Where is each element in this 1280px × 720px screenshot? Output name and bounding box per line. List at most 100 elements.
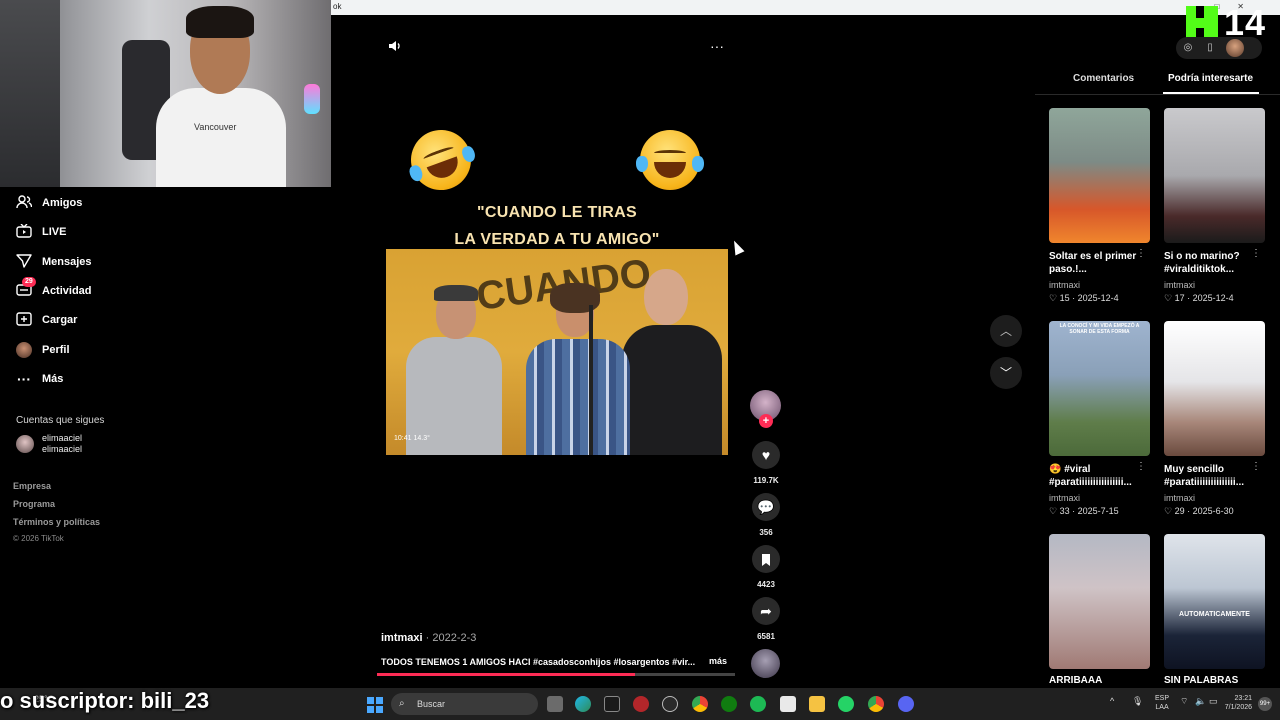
browser-tab-title[interactable]: ok bbox=[333, 2, 341, 11]
video-author[interactable]: imtmaxi · 2022-2-3 bbox=[381, 632, 476, 644]
windows-start-icon[interactable] bbox=[367, 697, 383, 713]
card-likes: 15 bbox=[1059, 293, 1070, 303]
following-section-title: Cuentas que sigues bbox=[16, 415, 105, 426]
browser-tab-strip: ok – □ ✕ bbox=[331, 0, 1280, 15]
spotify-icon[interactable] bbox=[750, 696, 766, 712]
xbox-icon[interactable] bbox=[721, 696, 737, 712]
tab-divider bbox=[1035, 94, 1280, 95]
battery-icon[interactable]: ▭ bbox=[1209, 696, 1218, 707]
recommended-video-card[interactable]: Si o no marino? #viralditiktok... ⋮ imtm… bbox=[1164, 108, 1265, 304]
clip-timestamp: 10:41 14.3° bbox=[394, 435, 430, 442]
card-more-icon[interactable]: ⋮ bbox=[1136, 461, 1146, 472]
footer-link-empresa[interactable]: Empresa bbox=[13, 481, 51, 491]
footer-link-programa[interactable]: Programa bbox=[13, 499, 55, 509]
video-player[interactable]: CUANDO 10:41 14.3° bbox=[386, 249, 728, 455]
recommended-video-card[interactable]: AUTOMATICAMENTE bbox=[1164, 534, 1265, 669]
comment-button[interactable]: 💬 bbox=[752, 493, 780, 521]
share-button[interactable]: ➦ bbox=[752, 597, 780, 625]
more-options-icon[interactable]: ··· bbox=[710, 38, 724, 54]
video-thumbnail[interactable] bbox=[1049, 534, 1150, 669]
compass-icon[interactable]: ◎ bbox=[1182, 42, 1194, 54]
next-video-button[interactable]: ﹀ bbox=[990, 357, 1022, 389]
language-code: ESP bbox=[1155, 695, 1170, 702]
tab-podria-interesarte[interactable]: Podría interesarte bbox=[1168, 73, 1253, 84]
mouse-cursor-icon bbox=[729, 238, 745, 256]
video-thumbnail[interactable]: AUTOMATICAMENTE bbox=[1164, 534, 1265, 669]
video-thumbnail[interactable] bbox=[1164, 321, 1265, 456]
sidebar-item-mas[interactable]: ··· Más bbox=[16, 368, 63, 390]
subscriber-alert-overlay: o suscriptor: bili_23 bbox=[0, 688, 210, 713]
bookmark-icon bbox=[761, 551, 771, 567]
footer-link-terminos[interactable]: Términos y políticas bbox=[13, 517, 100, 527]
capture-app-icon[interactable] bbox=[604, 696, 620, 712]
sidebar-item-perfil[interactable]: Perfil bbox=[16, 339, 70, 361]
video-thumbnail[interactable] bbox=[1164, 108, 1265, 243]
avatar[interactable] bbox=[1226, 39, 1244, 57]
clip-person-left bbox=[406, 285, 502, 455]
heart-icon: ♥ bbox=[761, 447, 771, 463]
save-count: 4423 bbox=[757, 580, 775, 589]
system-clock[interactable]: 23:21 7/1/2026 bbox=[1222, 694, 1252, 712]
like-button[interactable]: ♥ bbox=[752, 441, 780, 469]
live-icon bbox=[16, 223, 32, 241]
messages-icon bbox=[16, 253, 32, 271]
whatsapp-icon[interactable] bbox=[838, 696, 854, 712]
card-user[interactable]: imtmaxi bbox=[1164, 493, 1265, 503]
red-app-icon[interactable] bbox=[633, 696, 649, 712]
chrome-profile-icon[interactable] bbox=[868, 696, 884, 712]
card-more-icon[interactable]: ⋮ bbox=[1251, 461, 1261, 472]
video-thumbnail[interactable]: LA CONOCÍ Y MI VIDA EMPEZÓ A SONAR DE ES… bbox=[1049, 321, 1150, 456]
heart-outline-icon: ♡ bbox=[1164, 506, 1173, 516]
volume-tray-icon[interactable]: 🔈 bbox=[1195, 696, 1206, 707]
description-more-link[interactable]: más bbox=[709, 656, 727, 666]
recommended-video-card[interactable]: Soltar es el primer paso.!... ⋮ imtmaxi … bbox=[1049, 108, 1150, 304]
recommended-video-card[interactable] bbox=[1049, 534, 1150, 669]
header-actions: ◎ ▯ bbox=[1176, 37, 1262, 59]
card-user[interactable]: imtmaxi bbox=[1049, 280, 1150, 290]
microphone-icon[interactable]: 🎙 bbox=[1132, 696, 1143, 707]
heart-outline-icon: ♡ bbox=[1049, 293, 1058, 303]
task-view-icon[interactable] bbox=[547, 696, 563, 712]
language-indicator[interactable]: ESP LAA bbox=[1155, 694, 1169, 712]
sidebar-item-live[interactable]: LIVE bbox=[16, 221, 66, 243]
sidebar-item-amigos[interactable]: Amigos bbox=[16, 192, 82, 214]
recommended-video-card[interactable]: LA CONOCÍ Y MI VIDA EMPEZÓ A SONAR DE ES… bbox=[1049, 321, 1150, 517]
video-progress-bar[interactable] bbox=[377, 673, 735, 676]
tab-comentarios[interactable]: Comentarios bbox=[1073, 73, 1134, 84]
wifi-icon[interactable]: ⌔ bbox=[1180, 696, 1188, 707]
card-more-icon[interactable]: ⋮ bbox=[1251, 248, 1261, 259]
sidebar-item-actividad[interactable]: 29 Actividad bbox=[16, 276, 92, 302]
recommended-video-card[interactable]: Muy sencillo #paratiiiiiiiiiiiiiii... ⋮ … bbox=[1164, 321, 1265, 517]
video-thumbnail[interactable] bbox=[1049, 108, 1150, 243]
discord-icon[interactable] bbox=[898, 696, 914, 712]
card-title: 😍 #viral #paratiiiiiiiiiiiiiiii... bbox=[1049, 464, 1132, 488]
card-meta: ♡ 15 · 2025-12-4 bbox=[1049, 293, 1119, 303]
following-account[interactable]: elimaaciel elimaaciel bbox=[16, 433, 82, 455]
card-user[interactable]: imtmaxi bbox=[1164, 280, 1265, 290]
file-explorer-icon[interactable] bbox=[809, 696, 825, 712]
music-disc-avatar[interactable] bbox=[751, 649, 780, 678]
card-user[interactable]: imtmaxi bbox=[1049, 493, 1150, 503]
activity-icon: 29 bbox=[16, 276, 36, 300]
capcut-icon[interactable] bbox=[780, 696, 796, 712]
save-button[interactable] bbox=[752, 545, 780, 573]
device-icon[interactable]: ▯ bbox=[1204, 42, 1216, 54]
follow-plus-button[interactable]: + bbox=[759, 414, 773, 428]
tray-chevron-up-icon[interactable]: ^ bbox=[1110, 696, 1114, 706]
video-date: 2022-2-3 bbox=[432, 632, 477, 644]
video-author-name[interactable]: imtmaxi bbox=[381, 632, 423, 644]
copyright: © 2026 TikTok bbox=[13, 534, 64, 543]
card-title: Soltar es el primer paso.!... bbox=[1049, 251, 1137, 275]
sidebar-item-mensajes[interactable]: Mensajes bbox=[16, 251, 92, 273]
notification-badge[interactable]: 99+ bbox=[1258, 697, 1272, 711]
sidebar-item-label: Mensajes bbox=[42, 256, 92, 268]
taskbar-search-input[interactable]: ⌕ Buscar bbox=[391, 693, 538, 715]
card-more-icon[interactable]: ⋮ bbox=[1136, 248, 1146, 259]
obs-icon[interactable] bbox=[662, 696, 678, 712]
volume-icon[interactable] bbox=[388, 39, 402, 56]
edge-icon[interactable] bbox=[575, 696, 591, 712]
previous-video-button[interactable]: ︿ bbox=[990, 315, 1022, 347]
card-title: Muy sencillo #paratiiiiiiiiiiiiiii... bbox=[1164, 464, 1245, 488]
chrome-icon[interactable] bbox=[692, 696, 708, 712]
sidebar-item-cargar[interactable]: Cargar bbox=[16, 309, 77, 331]
